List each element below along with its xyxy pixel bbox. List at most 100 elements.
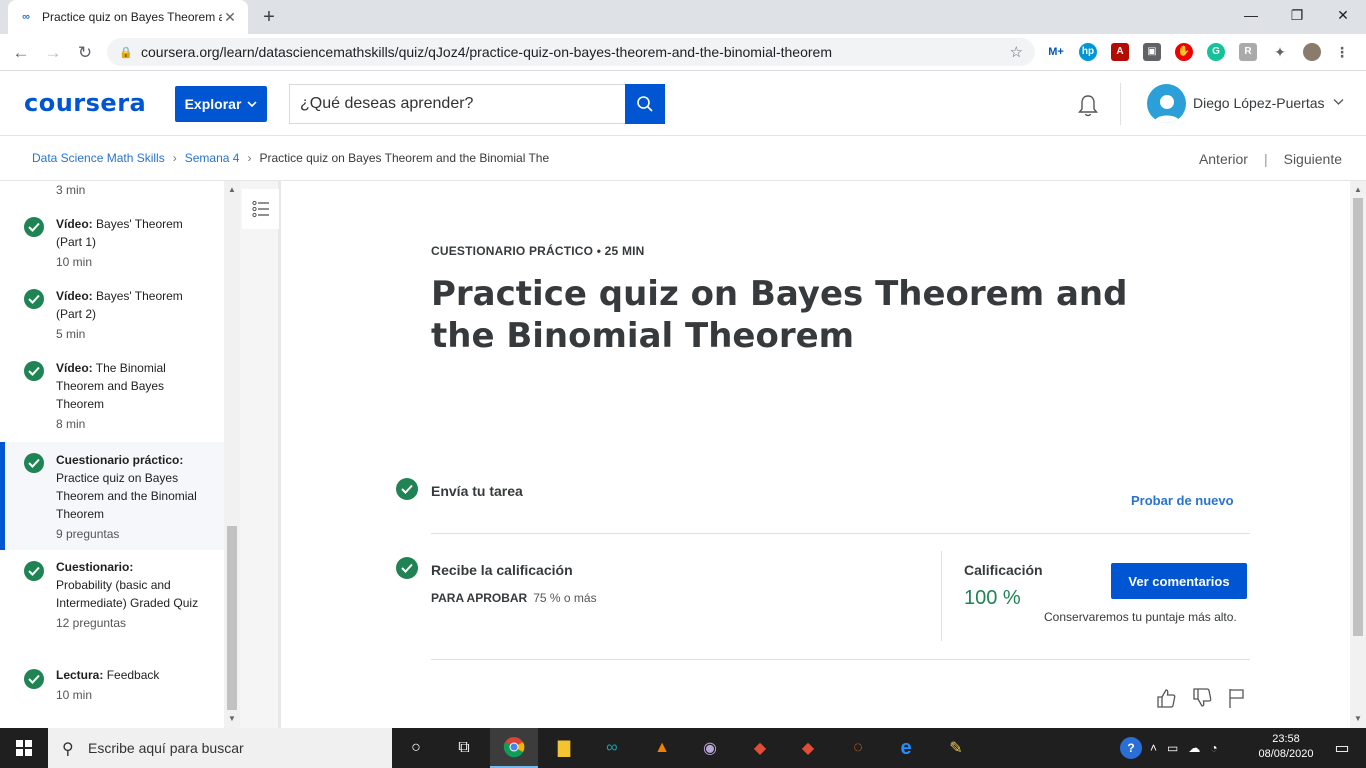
cortana-icon[interactable]: ○ [392,728,440,768]
tray-chevron-icon[interactable]: ˄ [1150,741,1157,755]
sidebar-item-bayes-1[interactable]: Vídeo: Bayes' Theorem (Part 1) 10 min [0,213,224,283]
scroll-down-icon[interactable]: ▼ [1354,714,1362,723]
completed-check-icon [24,453,44,473]
sidebar-item-graded-quiz[interactable]: Cuestionario: Probability (basic and Int… [0,558,224,658]
completed-check-icon [24,361,44,381]
item-meta: 5 min [56,327,86,341]
browser-toolbar: ← → ↻ 🔒 coursera.org/learn/datasciencema… [0,34,1366,71]
forward-icon[interactable]: → [40,40,66,66]
chrome-taskbar-icon[interactable] [490,728,538,768]
user-avatar[interactable] [1147,84,1186,123]
item-type: Vídeo: [56,289,93,303]
search-input[interactable]: ¿Qué deseas aprender? [289,84,625,124]
item-kicker: CUESTIONARIO PRÁCTICO • 25 MIN [431,244,645,258]
item-type: Cuestionario: [56,560,134,574]
edge-icon[interactable]: e [882,728,930,768]
bookmark-star-icon[interactable]: ☆ [1010,43,1023,61]
extension-hp-icon[interactable]: hp [1079,43,1097,61]
taskbar-clock[interactable]: 23:58 08/08/2020 [1258,732,1314,762]
extension-grammarly-icon[interactable]: G [1207,43,1225,61]
extension-screenshot-icon[interactable]: ▣ [1143,43,1161,61]
page-scrollbar[interactable]: ▲ ▼ [1350,181,1366,728]
tor-browser-icon[interactable]: ◉ [686,728,734,768]
view-feedback-button[interactable]: Ver comentarios [1111,563,1247,599]
scrollbar-thumb[interactable] [227,526,237,710]
sidebar-item-binomial[interactable]: Vídeo: The Binomial Theorem and Bayes Th… [0,357,224,443]
browser-tab[interactable]: ∞ Practice quiz on Bayes Theorem a ✕ [8,0,248,34]
git-gui-icon[interactable]: ◆ [784,728,832,768]
extension-r-icon[interactable]: R [1239,43,1257,61]
grade-step-label: Recibe la calificación [431,562,573,578]
extensions-puzzle-icon[interactable]: ✦ [1271,43,1289,61]
file-explorer-icon[interactable]: ▇ [540,728,588,768]
sidebar-item-bayes-2[interactable]: Vídeo: Bayes' Theorem (Part 2) 5 min [0,285,224,355]
search-placeholder: ¿Qué deseas aprender? [300,95,474,112]
header-divider [1120,83,1121,125]
vlc-icon[interactable]: ▲ [638,728,686,768]
help-icon[interactable]: ? [1120,737,1142,759]
maximize-icon[interactable]: ❐ [1274,0,1320,30]
scroll-up-icon[interactable]: ▲ [228,185,236,194]
sidebar-item-practice-quiz[interactable]: Cuestionario práctico: Practice quiz on … [0,442,224,550]
thumbs-down-icon[interactable] [1191,687,1213,709]
search-button[interactable] [625,84,665,124]
item-title: Feedback [106,668,160,682]
reload-icon[interactable]: ↻ [72,40,98,66]
sidebar-item-feedback[interactable]: Lectura: Feedback 10 min [0,666,224,716]
profile-avatar-icon[interactable] [1303,43,1321,61]
previous-link[interactable]: Anterior [1199,151,1248,167]
notifications-center-icon[interactable]: ▭ [1318,728,1366,768]
url-text: coursera.org/learn/datasciencemathskills… [141,44,832,60]
jupyter-icon[interactable]: ◌ [834,728,882,768]
breadcrumb-separator-icon: › [247,151,252,165]
sidebar-scrollbar[interactable]: ▲ ▼ [224,181,240,728]
submit-step-label: Envía tu tarea [431,483,523,499]
user-name[interactable]: Diego López-Puertas [1193,95,1325,111]
address-bar[interactable]: 🔒 coursera.org/learn/datasciencemathskil… [107,38,1035,66]
list-item-meta: 3 min [56,183,86,197]
item-meta: 9 preguntas [56,527,120,541]
extension-movistar-icon[interactable]: M+ [1047,43,1065,61]
battery-icon[interactable]: ▭ [1167,741,1178,755]
vertical-divider [941,551,942,641]
taskbar-search-placeholder: Escribe aquí para buscar [88,740,244,756]
tab-close-icon[interactable]: ✕ [222,9,238,25]
back-icon[interactable]: ← [8,40,34,66]
taskbar-search-input[interactable]: ⚲ Escribe aquí para buscar [48,728,392,768]
window-close-icon[interactable]: ✕ [1320,0,1366,30]
breadcrumb-week[interactable]: Semana 4 [185,151,240,165]
explore-button[interactable]: Explorar [175,86,267,122]
browser-menu-icon[interactable]: ⋮ [1333,43,1351,61]
completed-check-icon [24,669,44,689]
extension-pdf-icon[interactable]: A [1111,43,1129,61]
system-tray: ? ˄ ▭ ☁ ◔ [1120,728,1228,768]
wifi-icon[interactable]: ◔ [1210,741,1217,755]
thumbs-up-icon[interactable] [1155,687,1177,709]
scroll-down-icon[interactable]: ▼ [228,714,236,723]
clock-time: 23:58 [1272,733,1300,745]
page-title: Practice quiz on Bayes Theorem and the B… [431,274,1128,356]
new-tab-icon[interactable]: + [258,6,280,28]
flag-icon[interactable] [1226,687,1248,709]
paint-icon[interactable]: ✎ [932,728,980,768]
scrollbar-thumb[interactable] [1353,198,1363,636]
user-menu-chevron-icon[interactable] [1333,97,1344,109]
scroll-up-icon[interactable]: ▲ [1354,185,1362,194]
clock-date: 08/08/2020 [1258,748,1314,760]
next-link[interactable]: Siguiente [1284,151,1342,167]
network-icon[interactable]: ☁ [1188,741,1200,755]
arduino-icon[interactable]: ∞ [588,728,636,768]
retry-link[interactable]: Probar de nuevo [1131,493,1234,508]
windows-start-button[interactable] [0,728,48,768]
minimize-icon[interactable]: — [1228,0,1274,30]
git-icon[interactable]: ◆ [736,728,784,768]
extension-adblock-icon[interactable]: ✋ [1175,43,1193,61]
pass-requirement: PARA APROBAR 75 % o más [431,591,597,605]
chevron-down-icon [247,101,257,108]
task-view-icon[interactable]: ⧉ [440,728,488,768]
toggle-outline-button[interactable] [242,189,279,229]
breadcrumb-course[interactable]: Data Science Math Skills [32,151,165,165]
coursera-logo[interactable]: coursera [24,89,146,117]
tab-title: Practice quiz on Bayes Theorem a [42,10,222,24]
notifications-bell-icon[interactable] [1075,93,1101,119]
